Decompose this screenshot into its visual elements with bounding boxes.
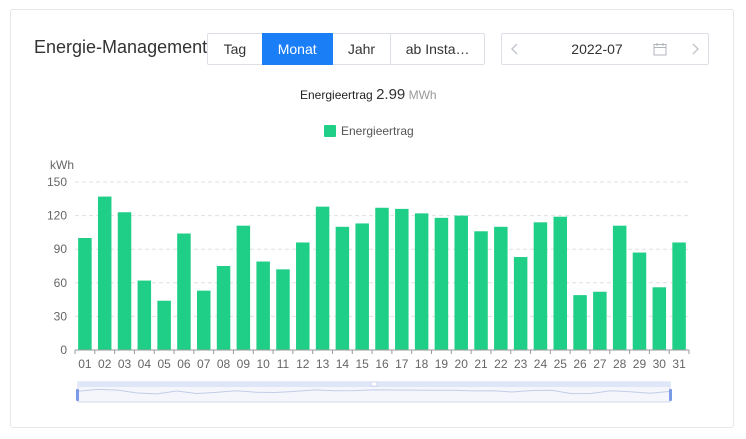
chart-bar bbox=[78, 238, 92, 350]
x-tick-label: 06 bbox=[177, 357, 191, 371]
chart-bar bbox=[117, 212, 132, 350]
x-tick-label: 24 bbox=[534, 357, 548, 371]
x-tick-label: 30 bbox=[653, 357, 667, 371]
energy-bar-chart: kWh 0 30 60 90 120 150 01 02 03 04 05 06 07 08 09 10 11 12… bbox=[47, 158, 690, 403]
y-tick-label: 150 bbox=[47, 175, 67, 189]
x-tick-label: 11 bbox=[277, 357, 290, 371]
tab-monat[interactable]: Monat bbox=[261, 33, 333, 65]
x-tick-label: 23 bbox=[514, 357, 528, 371]
y-tick-label: 60 bbox=[54, 276, 68, 290]
chart-bar bbox=[256, 261, 270, 350]
zoom-slider-right-handle[interactable] bbox=[669, 389, 672, 401]
chart-bar bbox=[335, 226, 350, 350]
chart-bar bbox=[97, 196, 112, 350]
x-tick-label: 13 bbox=[316, 357, 330, 371]
chart-bar bbox=[296, 242, 310, 350]
x-tick-label: 08 bbox=[217, 357, 231, 371]
chart-bar bbox=[434, 217, 449, 350]
y-tick-label: 90 bbox=[54, 242, 68, 256]
chart-bar bbox=[513, 257, 528, 350]
chart-bar bbox=[355, 223, 369, 350]
x-tick-label: 27 bbox=[593, 357, 607, 371]
x-tick-label: 26 bbox=[573, 357, 587, 371]
x-tick-label: 28 bbox=[613, 357, 627, 371]
chart-bar bbox=[375, 207, 389, 350]
chart-bar bbox=[494, 226, 508, 350]
chart-bar bbox=[177, 233, 191, 350]
x-tick-label: 14 bbox=[336, 357, 350, 371]
chart-bar bbox=[652, 287, 667, 350]
chart-bar bbox=[632, 252, 647, 350]
y-tick-label: 120 bbox=[47, 209, 67, 223]
x-tick-label: 17 bbox=[395, 357, 409, 371]
y-axis-label: kWh bbox=[50, 158, 74, 172]
x-tick-label: 22 bbox=[494, 357, 508, 371]
chart-bar bbox=[573, 295, 587, 350]
chart-bar bbox=[395, 208, 409, 350]
x-tick-label: 20 bbox=[455, 357, 469, 371]
chart-bar bbox=[474, 231, 488, 350]
chart-bar bbox=[196, 290, 211, 350]
x-tick-label: 03 bbox=[118, 357, 132, 371]
x-tick-label: 18 bbox=[415, 357, 429, 371]
chart-bar bbox=[593, 291, 607, 350]
chart-bar bbox=[672, 242, 686, 350]
x-tick-label: 15 bbox=[356, 357, 370, 371]
zoom-slider-left-handle[interactable] bbox=[76, 389, 79, 401]
chart-bar bbox=[315, 206, 330, 350]
chart-bar bbox=[137, 280, 152, 350]
x-tick-label: 31 bbox=[672, 357, 686, 371]
x-tick-label: 01 bbox=[78, 357, 92, 371]
x-tick-label: 21 bbox=[474, 357, 488, 371]
chart-bar bbox=[276, 269, 290, 350]
x-tick-label: 07 bbox=[197, 357, 211, 371]
chart-bar bbox=[533, 222, 548, 350]
x-tick-label: 05 bbox=[157, 357, 171, 371]
chart-bar bbox=[553, 216, 568, 350]
x-tick-label: 02 bbox=[98, 357, 112, 371]
y-tick-label: 0 bbox=[60, 343, 67, 357]
x-tick-label: 09 bbox=[237, 357, 251, 371]
zoom-slider-grip[interactable] bbox=[370, 381, 378, 387]
chart-bar bbox=[454, 215, 468, 350]
x-tick-label: 12 bbox=[296, 357, 310, 371]
x-tick-label: 16 bbox=[375, 357, 389, 371]
chart-bar bbox=[236, 225, 251, 350]
x-tick-label: 29 bbox=[633, 357, 647, 371]
chart-bar bbox=[414, 213, 429, 350]
y-tick-label: 30 bbox=[54, 309, 68, 323]
chart-bar bbox=[612, 225, 627, 350]
x-tick-label: 19 bbox=[435, 357, 449, 371]
x-tick-label: 04 bbox=[138, 357, 152, 371]
x-tick-label: 25 bbox=[554, 357, 568, 371]
chart-bar bbox=[216, 266, 231, 350]
chart-bar bbox=[157, 300, 171, 350]
x-tick-label: 10 bbox=[256, 357, 270, 371]
